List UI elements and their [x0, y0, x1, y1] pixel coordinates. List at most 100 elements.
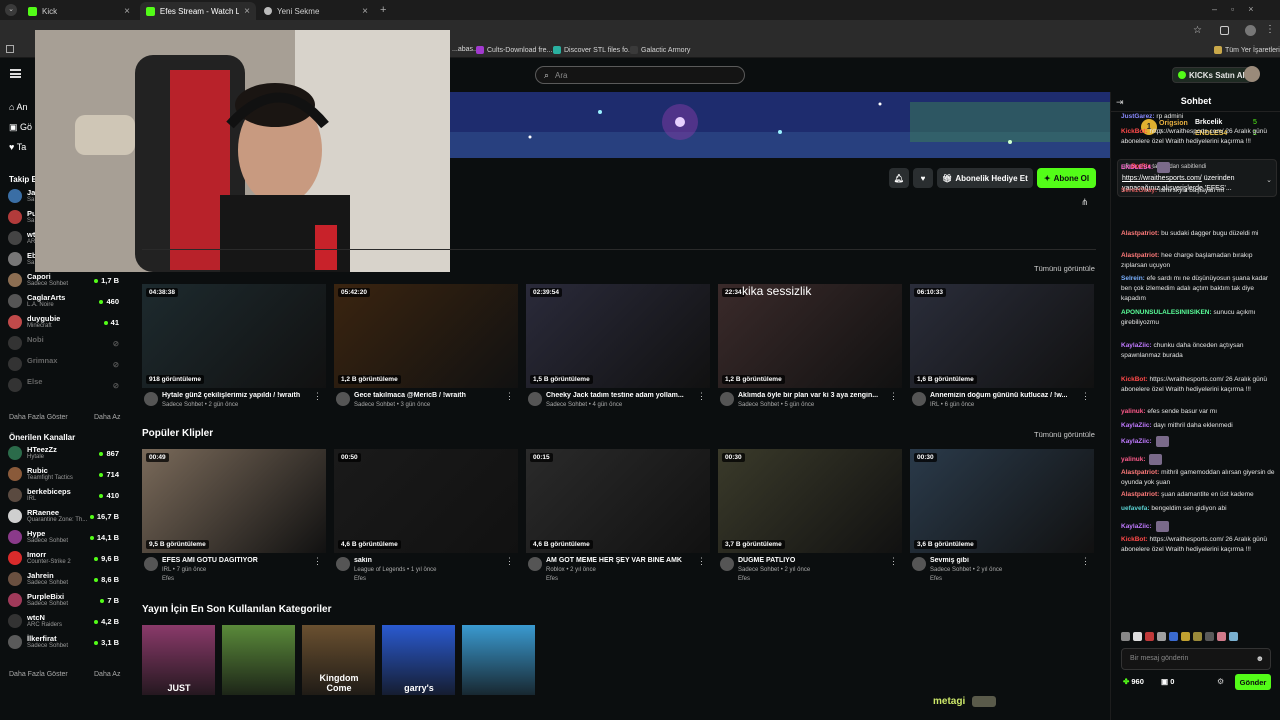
- emote-icon[interactable]: [1157, 632, 1166, 641]
- emote-icon[interactable]: [1169, 632, 1178, 641]
- video-title[interactable]: Aklımda öyle bir plan var ki 3 aya zengi…: [738, 392, 898, 399]
- more-options-icon[interactable]: ⋮: [505, 556, 514, 567]
- chat-username[interactable]: uefavefa:: [1121, 505, 1150, 512]
- tab-efes-stream[interactable]: Efes Stream - Watch Live on Ki... ×: [140, 2, 256, 20]
- nav-browse[interactable]: ▣ Gö: [9, 122, 32, 133]
- emote-icon[interactable]: [1229, 632, 1238, 641]
- sidebar-channel[interactable]: berkebiceps IRL 410: [8, 486, 122, 506]
- video-card[interactable]: 04:38:38 918 görüntüleme Hytale gün2 çekil…: [142, 284, 326, 424]
- chat-username[interactable]: KaylaZiic:: [1121, 422, 1152, 429]
- thumbnail[interactable]: 22:34 1,2 B görüntüleme kika sessizlik: [718, 284, 902, 388]
- video-category[interactable]: Sadece Sohbet: [738, 567, 779, 573]
- chat-message-input[interactable]: Bir mesaj gönderin ☻: [1121, 648, 1271, 670]
- video-category[interactable]: Sadece Sohbet: [162, 402, 203, 408]
- sidebar-channel[interactable]: RRaenee Quarantine Zone: Th... 16,7 B: [8, 507, 122, 527]
- clip-card[interactable]: 00:50 4,6 B görüntüleme sakin League of Leg…: [334, 449, 518, 589]
- video-category[interactable]: Sadece Sohbet: [546, 402, 587, 408]
- chat-username[interactable]: Alastpatriot:: [1121, 491, 1159, 498]
- bookmark-item[interactable]: Discover STL files fo...: [553, 46, 634, 54]
- channel-avatar[interactable]: [144, 392, 158, 406]
- video-category[interactable]: Sadece Sohbet: [930, 567, 971, 573]
- category-tile[interactable]: garry's: [382, 625, 455, 695]
- video-title[interactable]: Sevmiş gibi: [930, 557, 1090, 564]
- emote-icon[interactable]: [1145, 632, 1154, 641]
- more-options-icon[interactable]: ⋮: [889, 556, 898, 567]
- channel-points[interactable]: ✤ 960: [1123, 677, 1144, 686]
- thumbnail[interactable]: 05:42:20 1,2 B görüntüleme: [334, 284, 518, 388]
- more-options-icon[interactable]: ⋮: [1081, 391, 1090, 402]
- channel-avatar[interactable]: [144, 557, 158, 571]
- menu-icon[interactable]: ⋮: [1265, 24, 1275, 35]
- clips-see-all-link[interactable]: Tümünü görüntüle: [1034, 430, 1095, 439]
- emote-bar[interactable]: [1121, 632, 1271, 642]
- show-more-link[interactable]: Daha Fazla Göster: [9, 414, 68, 421]
- sidebar-channel[interactable]: CaglarArts L.A. Noire 460: [8, 292, 122, 312]
- gift-subscription-button[interactable]: 🎁︎ Abonelik Hediye Et: [937, 168, 1033, 188]
- user-avatar[interactable]: [1244, 66, 1260, 82]
- chat-username[interactable]: yalinuk:: [1121, 408, 1146, 415]
- chat-username[interactable]: KaylaZiic:: [1121, 438, 1152, 445]
- more-options-icon[interactable]: ⋮: [1081, 556, 1090, 567]
- more-options-icon[interactable]: ⋮: [313, 391, 322, 402]
- thumbnail[interactable]: 00:30 3,7 B görüntüleme: [718, 449, 902, 553]
- emote-icon[interactable]: [1193, 632, 1202, 641]
- chat-username[interactable]: KaylaZiic:: [1121, 523, 1152, 530]
- settings-gear-icon[interactable]: ⚙: [1217, 677, 1224, 686]
- category-tile[interactable]: [462, 625, 535, 695]
- video-card[interactable]: 02:39:54 1,5 B görüntüleme Cheeky Jack tad…: [526, 284, 710, 424]
- follow-heart-button[interactable]: ♥: [913, 168, 933, 188]
- channel-avatar[interactable]: [720, 392, 734, 406]
- video-title[interactable]: EFES AMI GÖTÜ DAĞITIYOR: [162, 557, 322, 564]
- tab-search-icon[interactable]: ⌄: [5, 4, 17, 16]
- chat-username[interactable]: Alastpatriot:: [1121, 469, 1159, 476]
- channel-avatar[interactable]: [528, 392, 542, 406]
- sidebar-channel[interactable]: duygubie Minecraft 41: [8, 313, 122, 333]
- videos-see-all-link[interactable]: Tümünü görüntüle: [1034, 264, 1095, 273]
- thumbnail[interactable]: 02:39:54 1,5 B görüntüleme: [526, 284, 710, 388]
- video-category[interactable]: IRL: [930, 402, 939, 408]
- category-tile[interactable]: Kingdom Come: [302, 625, 375, 695]
- sidebar-channel[interactable]: Imorr Counter-Strike 2 9,6 B: [8, 549, 122, 569]
- more-options-icon[interactable]: ⋮: [313, 556, 322, 567]
- sidebar-channel[interactable]: Grimnax ⊘: [8, 355, 122, 375]
- video-title[interactable]: Hytale gün2 çekilişlerimiz yapıldı / !wr…: [162, 392, 322, 399]
- emote-icon[interactable]: [1205, 632, 1214, 641]
- chat-username[interactable]: Selrein:: [1121, 275, 1145, 282]
- nav-following[interactable]: ♥ Ta: [9, 142, 26, 152]
- sidebar-channel[interactable]: Jahrein Sadece Sohbet 8,6 B: [8, 570, 122, 590]
- video-title[interactable]: AM GOT MEME HER ŞEY VAR BİNE AMK: [546, 557, 706, 564]
- sidebar-channel[interactable]: PurpleBixi Sadece Sohbet 7 B: [8, 591, 122, 611]
- video-category[interactable]: League of Legends: [354, 567, 405, 573]
- channel-avatar[interactable]: [336, 557, 350, 571]
- close-icon[interactable]: ×: [124, 6, 130, 17]
- channel-avatar[interactable]: [912, 392, 926, 406]
- clip-card[interactable]: 00:49 9,5 B görüntüleme EFES AMI GÖTÜ DAĞI…: [142, 449, 326, 589]
- category-tile[interactable]: [222, 625, 295, 695]
- channel-avatar[interactable]: [720, 557, 734, 571]
- video-card[interactable]: 06:10:33 1,6 B görüntüleme Annemizin doğum…: [910, 284, 1094, 424]
- apps-icon[interactable]: [6, 45, 14, 53]
- tab-kick[interactable]: Kick ×: [22, 2, 136, 20]
- show-less-link-2[interactable]: Daha Az: [94, 671, 120, 678]
- show-less-link[interactable]: Daha Az: [94, 414, 120, 421]
- hamburger-menu-icon[interactable]: [10, 69, 21, 78]
- chat-username[interactable]: KickBot:: [1121, 536, 1148, 543]
- thumbnail[interactable]: 06:10:33 1,6 B görüntüleme: [910, 284, 1094, 388]
- profile-avatar[interactable]: [1245, 25, 1256, 36]
- video-title[interactable]: sakin: [354, 557, 514, 564]
- sidebar-channel[interactable]: HTeezZz Hytale 867: [8, 444, 122, 464]
- emoji-icon[interactable]: ☻: [1256, 654, 1264, 663]
- chat-username[interactable]: yalinuk:: [1121, 456, 1146, 463]
- bookmarks-folder[interactable]: Tüm Yer İşaretleri: [1214, 46, 1280, 54]
- show-more-link-2[interactable]: Daha Fazla Göster: [9, 671, 68, 678]
- bookmark-item[interactable]: ...abas...: [452, 46, 479, 53]
- thumbnail[interactable]: 00:49 9,5 B görüntüleme: [142, 449, 326, 553]
- thumbnail[interactable]: 00:30 3,6 B görüntüleme: [910, 449, 1094, 553]
- clip-card[interactable]: 00:30 3,6 B görüntüleme Sevmiş gibi Sadece …: [910, 449, 1094, 589]
- more-options-icon[interactable]: ⋮: [505, 391, 514, 402]
- channel-avatar[interactable]: [912, 557, 926, 571]
- chevron-down-icon[interactable]: ⌄: [1266, 176, 1272, 184]
- extensions-icon[interactable]: [1220, 26, 1229, 35]
- gift-count[interactable]: ▣ 0: [1161, 677, 1174, 686]
- window-controls[interactable]: –▫×: [1212, 4, 1267, 14]
